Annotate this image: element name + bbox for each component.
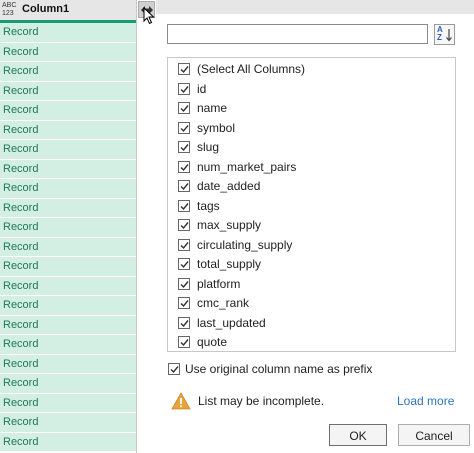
prefix-checkbox[interactable] <box>168 363 180 375</box>
type-icon-bottom: 123 <box>2 10 14 17</box>
check-icon <box>180 105 189 113</box>
data-grid: ABC 123 Column1 Record Record Record Record… <box>0 0 137 453</box>
table-row[interactable]: Record <box>0 81 137 101</box>
table-row[interactable]: Record <box>0 62 137 82</box>
table-row[interactable]: Record <box>0 101 137 121</box>
type-icon-top: ABC <box>2 2 17 9</box>
column-checkbox[interactable] <box>178 297 190 309</box>
table-row[interactable]: Record <box>0 393 137 413</box>
table-row[interactable]: Record <box>0 296 137 316</box>
column-option-label: platform <box>197 276 241 291</box>
column-option-label: max_supply <box>197 218 262 232</box>
column-option-label: last_updated <box>197 315 266 330</box>
check-icon <box>180 339 189 347</box>
column-checkbox[interactable] <box>178 82 190 95</box>
table-row[interactable]: Record <box>0 335 137 355</box>
column-option-label: quote <box>197 335 228 349</box>
column-checkbox[interactable] <box>178 219 190 231</box>
sort-az-icon: A Z <box>437 25 443 42</box>
table-row[interactable]: Record <box>0 42 137 62</box>
table-row[interactable]: Record <box>0 159 137 179</box>
column-checkbox[interactable] <box>178 336 190 348</box>
mouse-cursor-icon <box>143 7 155 25</box>
column-option-label: circulating_supply <box>197 237 293 252</box>
column-option-label: id <box>197 81 207 96</box>
table-row[interactable]: Record <box>0 257 137 277</box>
column-title: Column1 <box>22 3 70 15</box>
column-checkbox[interactable] <box>178 316 190 329</box>
ok-button[interactable]: OK <box>329 424 387 446</box>
cancel-button[interactable]: Cancel <box>398 424 470 446</box>
table-row[interactable]: Record <box>0 198 137 218</box>
table-row[interactable]: Record <box>0 218 137 238</box>
check-icon <box>180 222 189 230</box>
load-more-link[interactable]: Load more <box>397 394 454 408</box>
column-header[interactable]: ABC 123 Column1 <box>0 0 137 23</box>
table-row[interactable]: Record <box>0 413 137 433</box>
table-row[interactable]: Record <box>0 140 137 160</box>
column-checkbox[interactable] <box>178 180 190 192</box>
column-checkbox[interactable] <box>178 63 190 75</box>
table-row[interactable]: Record <box>0 120 137 140</box>
sort-arrow-icon <box>446 29 452 42</box>
check-icon <box>180 66 189 74</box>
table-row[interactable]: Record <box>0 374 137 394</box>
check-icon <box>180 163 189 171</box>
check-icon <box>180 319 189 327</box>
column-option-label: cmc_rank <box>197 296 250 310</box>
sort-az-button[interactable]: A Z <box>434 24 455 45</box>
column-option-label: tags <box>197 198 220 213</box>
check-icon <box>180 241 189 249</box>
column-list: (Select All Columns) id name symbol slug num_… <box>167 57 456 352</box>
check-icon <box>180 85 189 93</box>
column-checkbox[interactable] <box>178 199 190 212</box>
column-checkbox[interactable] <box>178 141 190 153</box>
check-icon <box>170 366 179 374</box>
grid-divider <box>136 0 137 453</box>
column-checkbox[interactable] <box>178 258 190 270</box>
column-option-label: slug <box>197 140 220 154</box>
check-icon <box>180 261 189 269</box>
column-option-label: total_supply <box>197 257 262 271</box>
warning-icon <box>171 392 191 410</box>
column-option-label: name <box>197 101 228 115</box>
column-checkbox[interactable] <box>178 238 190 251</box>
table-row[interactable]: Record <box>0 432 137 452</box>
check-icon <box>180 124 189 132</box>
column-checkbox[interactable] <box>178 102 190 114</box>
column-option-label: num_market_pairs <box>197 159 297 174</box>
table-row[interactable]: Record <box>0 354 137 374</box>
warning-text: List may be incomplete. <box>198 394 325 408</box>
prefix-label: Use original column name as prefix <box>185 362 373 376</box>
column-checkbox[interactable] <box>178 121 190 134</box>
table-row[interactable]: Record <box>0 237 137 257</box>
column-checkbox[interactable] <box>178 277 190 290</box>
row-list: Record Record Record Record Record Record Reco… <box>0 23 137 452</box>
column-option-label: symbol <box>197 120 236 135</box>
column-checkbox[interactable] <box>178 160 190 173</box>
table-row[interactable]: Record <box>0 23 137 43</box>
check-icon <box>180 280 189 288</box>
column-option-label: date_added <box>197 179 261 193</box>
check-icon <box>180 202 189 210</box>
any-type-icon[interactable]: ABC 123 <box>2 2 18 18</box>
check-icon <box>180 144 189 152</box>
table-row[interactable]: Record <box>0 315 137 335</box>
check-icon <box>180 183 189 191</box>
header-strip <box>156 0 474 14</box>
table-row[interactable]: Record <box>0 276 137 296</box>
column-option-label: (Select All Columns) <box>197 62 306 76</box>
table-row[interactable]: Record <box>0 179 137 199</box>
search-input[interactable] <box>167 24 428 44</box>
check-icon <box>180 300 189 308</box>
